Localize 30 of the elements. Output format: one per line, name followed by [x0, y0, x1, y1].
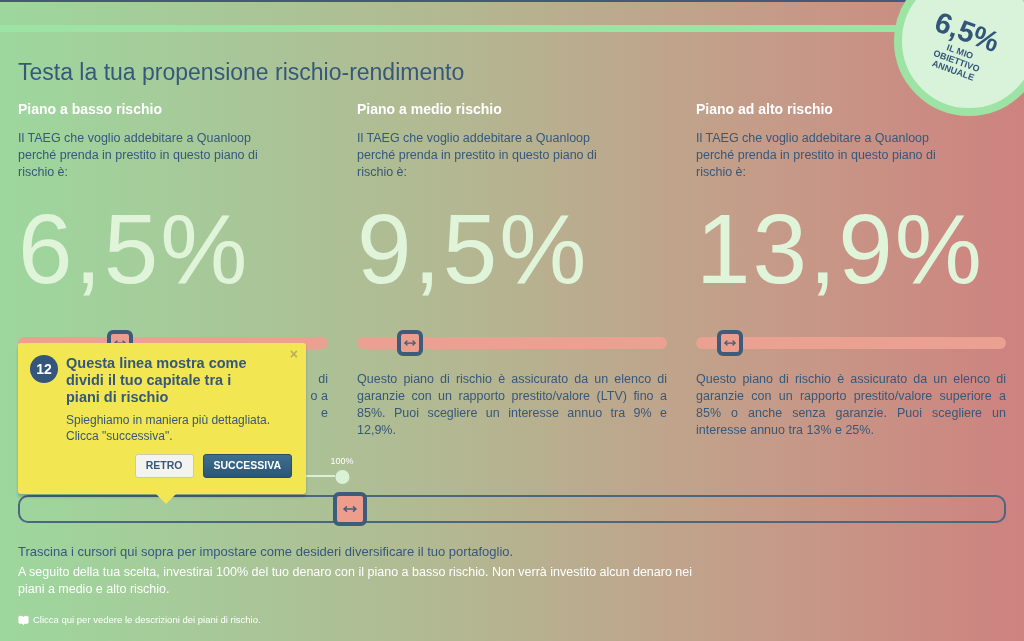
book-icon [18, 614, 29, 626]
allocation-track[interactable] [18, 495, 1006, 523]
plan-title: Piano a medio rischio [357, 100, 503, 118]
popover-text: Spieghiamo in maniera più dettagliata. Clicca "successiva". [66, 412, 272, 444]
rate-value: 6,5% [18, 193, 251, 306]
slider-thumb[interactable] [396, 330, 423, 356]
slider[interactable] [696, 330, 1006, 356]
plan-description: Questo piano di rischio è assicurato da un elenco di garanzie con un rapporto prestito/valore superiore a 85% o anche senza garanzie. Puoi scegliere un interesse annuo tra 13% e 25%. [696, 371, 1006, 439]
popover-title: Questa linea mostra come dividi il tuo capitale tra i piani di rischio [66, 355, 248, 406]
step-badge: 12 [30, 355, 58, 383]
plan-title: Piano ad alto rischio [696, 100, 834, 118]
slider-thumb[interactable] [332, 492, 367, 526]
plan-prompt: Il TAEG che voglio addebitare a Quanloop perché prenda in prestito in questo piano di rischio è: [18, 130, 259, 181]
next-button[interactable]: SUCCESSIVA [202, 454, 292, 478]
plan-prompt: Il TAEG che voglio addebitare a Quanloop perché prenda in prestito in questo piano di rischio è: [696, 130, 937, 181]
rate-value: 13,9% [696, 193, 985, 306]
description-fragment: o a [310, 388, 328, 405]
result-text: A seguito della tua scelta, investirai 100% del tuo denaro con il piano a basso rischio. Non verrà investito alcun denaro nei piani a medio e alto rischio. [18, 564, 694, 598]
plan-title: Piano a basso rischio [18, 100, 163, 118]
page-title: Testa la tua propensione rischio-rendimento [18, 58, 465, 86]
description-fragment: di [318, 371, 328, 388]
slider[interactable] [357, 330, 667, 356]
slider-thumb[interactable] [717, 330, 744, 356]
plan-description: Questo piano di rischio è assicurato da un elenco di garanzie con un rapporto prestito/valore (LTV) fino a 85%. Puoi scegliere un interesse annuo tra 9% e 12,9%. [357, 371, 667, 439]
plan-prompt: Il TAEG che voglio addebitare a Quanloop perché prenda in prestito in questo piano di rischio è: [357, 130, 598, 181]
rate-value: 9,5% [357, 193, 590, 306]
instructions-text: Trascina i cursori qui sopra per impostare come desideri diversificare il tuo portafoglio. [18, 543, 515, 560]
description-fragment: e [321, 405, 328, 422]
back-button[interactable]: RETRO [134, 454, 194, 478]
marker-label: 100% [330, 455, 354, 467]
